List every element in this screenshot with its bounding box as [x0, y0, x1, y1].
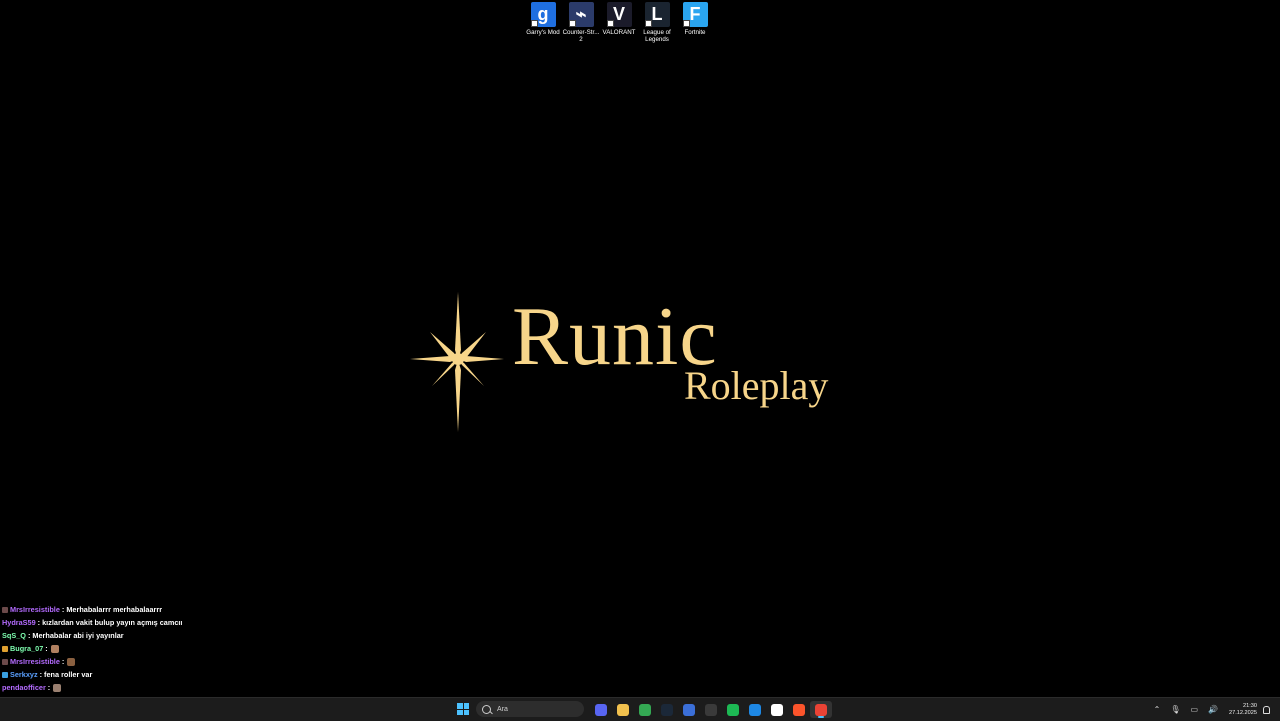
chat-badge-icon	[2, 645, 8, 652]
taskbar-apps	[590, 701, 832, 718]
chat-message: SqS_Q: Merhabalar abi iyi yayınlar	[2, 629, 382, 642]
taskbar-app-button[interactable]	[766, 701, 788, 718]
spotify-icon	[727, 703, 739, 716]
chat-message: Serkxyz: fena roller var	[2, 668, 382, 681]
chat-username: MrsIrresistible	[10, 605, 60, 614]
notion-icon	[771, 703, 783, 716]
clock-date: 27.12.2025	[1229, 709, 1257, 716]
chat-text: :	[47, 683, 51, 692]
steam-icon	[661, 703, 673, 716]
chat-username: HydraS59	[2, 618, 36, 627]
shield-app-icon	[683, 703, 695, 716]
chat-message: Bugra_07:	[2, 642, 382, 655]
icon-glyph: L	[651, 4, 663, 24]
chat-username: pendaofficer	[2, 683, 46, 692]
desktop-shortcut-label: Counter-Str... 2	[562, 29, 600, 43]
search-placeholder: Ara	[497, 705, 508, 713]
valorant-icon: V	[606, 2, 632, 27]
windows-logo-tile	[457, 703, 463, 709]
desktop-shortcut-label: VALORANT	[602, 29, 636, 36]
chat-text: : kızlardan vakit bulup yayın açmış camc…	[37, 618, 183, 627]
clock[interactable]: 21:30 27.12.2025	[1229, 703, 1257, 717]
taskbar: Ara ⌃ 🎙 ▭ 🔊 21:30 27.12.2025	[0, 697, 1280, 721]
vscode-icon	[749, 703, 761, 716]
icon-glyph: g	[537, 4, 549, 24]
windows-logo-tile	[463, 703, 469, 709]
notification-bell-icon[interactable]	[1263, 705, 1270, 714]
icon-glyph: ⌁	[575, 4, 587, 24]
desktop-shortcut-label: Garry's Mod	[526, 29, 560, 36]
chat-text: : Merhabalar abi iyi yayınlar	[27, 631, 124, 640]
league-of-legends-icon: L	[644, 2, 670, 27]
shortcut-arrow-icon	[644, 20, 652, 27]
chat-message: HydraS59: kızlardan vakit bulup yayın aç…	[2, 616, 382, 629]
taskbar-app-button[interactable]	[656, 701, 678, 718]
clock-time: 21:30	[1243, 702, 1257, 709]
volume-icon[interactable]: 🔊	[1208, 705, 1218, 714]
chat-badge-icon	[2, 606, 8, 613]
search-icon	[482, 704, 491, 714]
desktop-shortcut-label: Fortnite	[684, 29, 706, 36]
icon-glyph: V	[612, 4, 625, 24]
file-explorer-icon	[617, 703, 629, 716]
desktop-shortcut[interactable]: V VALORANT	[600, 2, 638, 43]
chat-username: MrsIrresistible	[10, 657, 60, 666]
chat-username: Bugra_07	[10, 644, 44, 653]
counter-strike-icon: ⌁	[568, 2, 594, 27]
chat-message: MrsIrresistible: Merhabalarrr merhabalaa…	[2, 603, 382, 616]
icon-glyph: F	[689, 4, 701, 24]
chrome-active-icon	[815, 703, 827, 716]
shortcut-arrow-icon	[568, 20, 576, 27]
chat-message: MrsIrresistible:	[2, 655, 382, 668]
taskbar-app-button[interactable]	[700, 701, 722, 718]
chat-emote-icon	[53, 683, 62, 692]
desktop-shortcut[interactable]: F Fortnite	[676, 2, 714, 43]
taskbar-search[interactable]: Ara	[476, 701, 584, 717]
brave-icon	[793, 703, 805, 716]
desktop-shortcut-label: League of Legends	[643, 29, 671, 43]
chrome-icon	[639, 703, 651, 716]
taskbar-app-button[interactable]	[634, 701, 656, 718]
runic-roleplay-logo: Runic Roleplay	[410, 290, 860, 432]
gmod-icon: g	[530, 2, 556, 27]
fortnite-icon: F	[682, 2, 708, 27]
desktop-icons: g Garry's Mod ⌁ Counter-Str... 2 V VALORANT L L…	[524, 2, 714, 43]
chevron-up-icon[interactable]: ⌃	[1154, 705, 1161, 714]
shortcut-arrow-icon	[682, 20, 690, 27]
obs-icon	[705, 703, 717, 716]
taskbar-app-button[interactable]	[788, 701, 810, 718]
windows-logo-tile	[457, 709, 463, 715]
taskbar-app-button[interactable]	[722, 701, 744, 718]
chat-text: : Merhabalarrr merhabalaarrr	[61, 605, 163, 614]
chat-message: pendaofficer:	[2, 681, 382, 694]
chat-text: :	[45, 644, 48, 653]
network-icon[interactable]: ▭	[1190, 705, 1198, 714]
taskbar-app-button[interactable]	[810, 701, 832, 718]
windows-logo-tile	[463, 709, 469, 715]
desktop-shortcut[interactable]: ⌁ Counter-Str... 2	[562, 2, 600, 43]
chat-text: : fena roller var	[39, 670, 93, 679]
logo-subtitle: Roleplay	[684, 363, 829, 408]
chat-username: SqS_Q	[2, 631, 26, 640]
shortcut-arrow-icon	[606, 20, 614, 27]
taskbar-app-button[interactable]	[744, 701, 766, 718]
desktop-shortcut[interactable]: g Garry's Mod	[524, 2, 562, 43]
microphone-icon[interactable]: 🎙	[1170, 705, 1180, 714]
chat-badge-icon	[2, 671, 8, 678]
taskbar-app-button[interactable]	[678, 701, 700, 718]
star-icon	[410, 292, 504, 432]
system-tray: ⌃ 🎙 ▭ 🔊 21:30 27.12.2025	[1149, 698, 1270, 721]
shortcut-arrow-icon	[530, 20, 538, 27]
chat-emote-icon	[50, 644, 59, 653]
chat-username: Serkxyz	[10, 670, 38, 679]
discord-icon	[595, 703, 607, 716]
taskbar-app-button[interactable]	[612, 701, 634, 718]
taskbar-app-button[interactable]	[590, 701, 612, 718]
start-button[interactable]	[457, 703, 469, 715]
chat-badge-icon	[2, 658, 8, 665]
desktop-shortcut[interactable]: L League of Legends	[638, 2, 676, 43]
chat-emote-icon	[67, 657, 76, 666]
chat-text: :	[61, 657, 65, 666]
